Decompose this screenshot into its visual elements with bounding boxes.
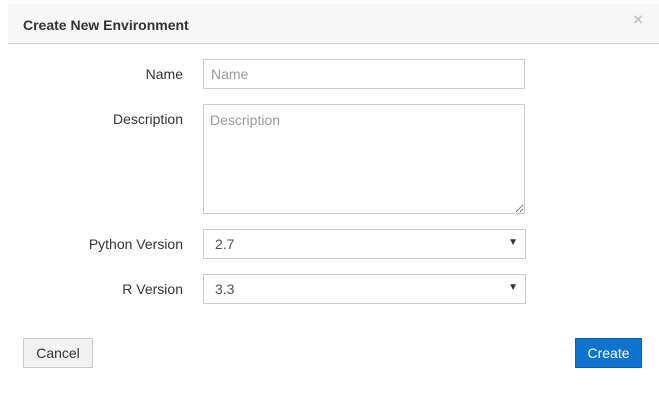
description-textarea[interactable] (203, 104, 525, 214)
r-version-select[interactable]: 3.3 ▼ (203, 274, 526, 304)
create-environment-dialog: Create New Environment × Name Descriptio… (0, 0, 659, 414)
r-version-label: R Version (122, 281, 183, 297)
r-version-value: 3.3 (215, 281, 235, 297)
python-version-value: 2.7 (215, 236, 235, 252)
close-icon[interactable]: × (633, 11, 643, 28)
caret-down-icon: ▼ (508, 282, 518, 293)
create-button[interactable]: Create (575, 338, 642, 368)
description-label: Description (112, 111, 183, 127)
python-version-label: Python Version (88, 236, 183, 252)
cancel-button[interactable]: Cancel (23, 338, 93, 368)
python-version-select[interactable]: 2.7 ▼ (203, 229, 526, 259)
name-label: Name (145, 66, 183, 82)
dialog-title: Create New Environment (23, 17, 189, 33)
caret-down-icon: ▼ (508, 237, 518, 248)
name-input[interactable] (203, 59, 525, 89)
dialog-header: Create New Environment × (8, 4, 659, 44)
